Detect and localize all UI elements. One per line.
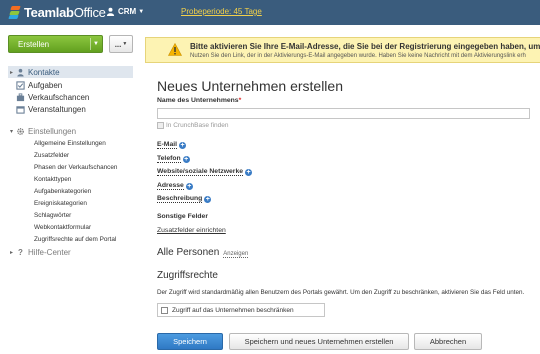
save-and-new-button[interactable]: Speichern und neues Unternehmen erstelle…: [229, 333, 409, 350]
warning-icon: [168, 43, 182, 56]
opportunities-icon: [16, 92, 25, 101]
brand-sub: Office: [73, 5, 106, 20]
more-actions-button[interactable]: ... ▼: [109, 35, 133, 53]
warning-title: Bitte aktivieren Sie Ihre E-Mail-Adresse…: [190, 42, 540, 51]
website-link[interactable]: Website/soziale Netzwerke: [157, 168, 244, 176]
settings-subitem-task-categories[interactable]: Aufgabenkategorien: [34, 188, 91, 195]
phone-link[interactable]: Telefon: [157, 155, 181, 163]
top-navigation-bar: TeamlabOffice CRM ▼ Probeperiode: 45 Tag…: [0, 0, 540, 25]
sidebar-item-help-center[interactable]: ▸ ? Hilfe-Center: [8, 246, 133, 258]
chevron-down-icon[interactable]: ▼: [93, 41, 99, 47]
logo-mark-icon: [8, 6, 21, 19]
brand-main: Teamlab: [24, 5, 74, 20]
module-switcher[interactable]: CRM ▼: [106, 7, 144, 16]
settings-subitem-tags[interactable]: Schlagwörter: [34, 212, 71, 219]
add-address-icon[interactable]: +: [185, 183, 193, 190]
contacts-icon: [17, 68, 24, 77]
sidebar-item-contacts[interactable]: ▸ Kontakte: [8, 66, 133, 78]
sidebar-item-label: Hilfe-Center: [28, 247, 71, 257]
create-button[interactable]: Erstellen ▼: [8, 35, 103, 53]
email-field-row: E-Mail +: [157, 141, 187, 149]
tasks-icon: [16, 80, 25, 90]
gear-icon: [17, 127, 24, 135]
module-label: CRM: [118, 7, 137, 16]
chevron-down-icon: ▼: [122, 41, 128, 47]
add-phone-icon[interactable]: +: [182, 156, 190, 163]
description-link[interactable]: Beschreibung: [157, 195, 203, 203]
settings-subitem-general[interactable]: Allgemeine Einstellungen: [34, 140, 106, 147]
restrict-access-checkbox-row[interactable]: Zugriff auf das Unternehmen beschränken: [157, 303, 325, 317]
activation-warning-banner: Bitte aktivieren Sie Ihre E-Mail-Adresse…: [145, 37, 540, 63]
company-name-label-text: Name des Unternehmens: [157, 97, 239, 104]
website-field-row: Website/soziale Netzwerke +: [157, 168, 253, 176]
trial-period-link[interactable]: Probeperiode: 45 Tage: [181, 7, 262, 16]
sidebar-item-label: Verkaufschancen: [28, 92, 90, 102]
restrict-access-checkbox[interactable]: [161, 306, 168, 314]
settings-subitem-custom-fields[interactable]: Zusatzfelder: [34, 152, 69, 159]
cancel-button[interactable]: Abbrechen: [414, 333, 482, 350]
create-button-label: Erstellen: [18, 39, 50, 49]
save-button[interactable]: Speichern: [157, 333, 223, 350]
events-icon: [16, 105, 25, 114]
settings-subitem-deal-stages[interactable]: Phasen der Verkaufschancen: [34, 164, 118, 171]
warning-text: Nutzen Sie den Link, der in der Aktivier…: [190, 53, 526, 59]
sidebar-item-label: Einstellungen: [28, 126, 77, 136]
all-persons-title: Alle Personen: [157, 247, 220, 258]
phone-field-row: Telefon +: [157, 155, 190, 163]
sidebar-item-label: Aufgaben: [28, 80, 63, 90]
settings-subitem-portal-access[interactable]: Zugriffsrechte auf dem Portal: [34, 236, 116, 243]
add-description-icon[interactable]: +: [204, 196, 212, 203]
settings-subitem-event-categories[interactable]: Ereigniskategorien: [34, 200, 87, 207]
all-persons-section: Alle Personen Anzeigen: [157, 247, 249, 258]
expand-arrow-icon[interactable]: ▸: [8, 69, 15, 76]
crm-module-icon: [106, 7, 115, 16]
settings-subitem-web-form[interactable]: Webkontaktformular: [34, 224, 91, 231]
sidebar-item-label: Veranstaltungen: [28, 104, 86, 114]
access-rights-title: Zugriffsrechte: [157, 270, 218, 281]
help-icon: ?: [18, 247, 23, 257]
access-rights-description: Der Zugriff wird standardmäßig allen Ben…: [157, 289, 525, 296]
setup-custom-fields-link[interactable]: Zusatzfelder einrichten: [157, 227, 226, 234]
add-email-icon[interactable]: +: [179, 142, 187, 149]
email-link[interactable]: E-Mail: [157, 141, 178, 149]
sidebar-item-label: Kontakte: [28, 67, 60, 77]
company-name-label: Name des Unternehmens*: [157, 97, 241, 104]
more-button-label: ...: [114, 39, 122, 49]
setup-custom-fields-label: Zusatzfelder einrichten: [157, 227, 226, 234]
show-persons-link[interactable]: Anzeigen: [223, 251, 249, 258]
add-website-icon[interactable]: +: [245, 169, 253, 176]
address-link[interactable]: Adresse: [157, 182, 184, 190]
crunchbase-icon: [157, 122, 164, 129]
expand-arrow-icon[interactable]: ▸: [8, 249, 15, 256]
required-marker: *: [238, 97, 242, 104]
restrict-access-label: Zugriff auf das Unternehmen beschränken: [172, 306, 294, 314]
description-field-row: Beschreibung +: [157, 195, 212, 203]
collapse-arrow-icon[interactable]: ▾: [8, 128, 15, 135]
chevron-down-icon: ▼: [138, 8, 145, 15]
sidebar-item-settings[interactable]: ▾ Einstellungen: [8, 125, 133, 137]
sidebar-item-events[interactable]: Veranstaltungen: [8, 103, 133, 115]
sidebar-item-tasks[interactable]: Aufgaben: [8, 79, 133, 91]
teamlab-logo[interactable]: TeamlabOffice: [8, 5, 106, 20]
crunchbase-search-link[interactable]: In CrunchBase finden: [157, 122, 229, 129]
sidebar-item-opportunities[interactable]: Verkaufschancen: [8, 91, 133, 103]
other-fields-title: Sonstige Felder: [157, 213, 208, 220]
logo-text: TeamlabOffice: [24, 5, 106, 20]
page-title: Neues Unternehmen erstellen: [157, 78, 343, 94]
company-name-input[interactable]: [157, 108, 530, 119]
crunchbase-label: In CrunchBase finden: [166, 122, 229, 129]
address-field-row: Adresse +: [157, 182, 193, 190]
settings-subitem-contact-types[interactable]: Kontakttypen: [34, 176, 71, 183]
